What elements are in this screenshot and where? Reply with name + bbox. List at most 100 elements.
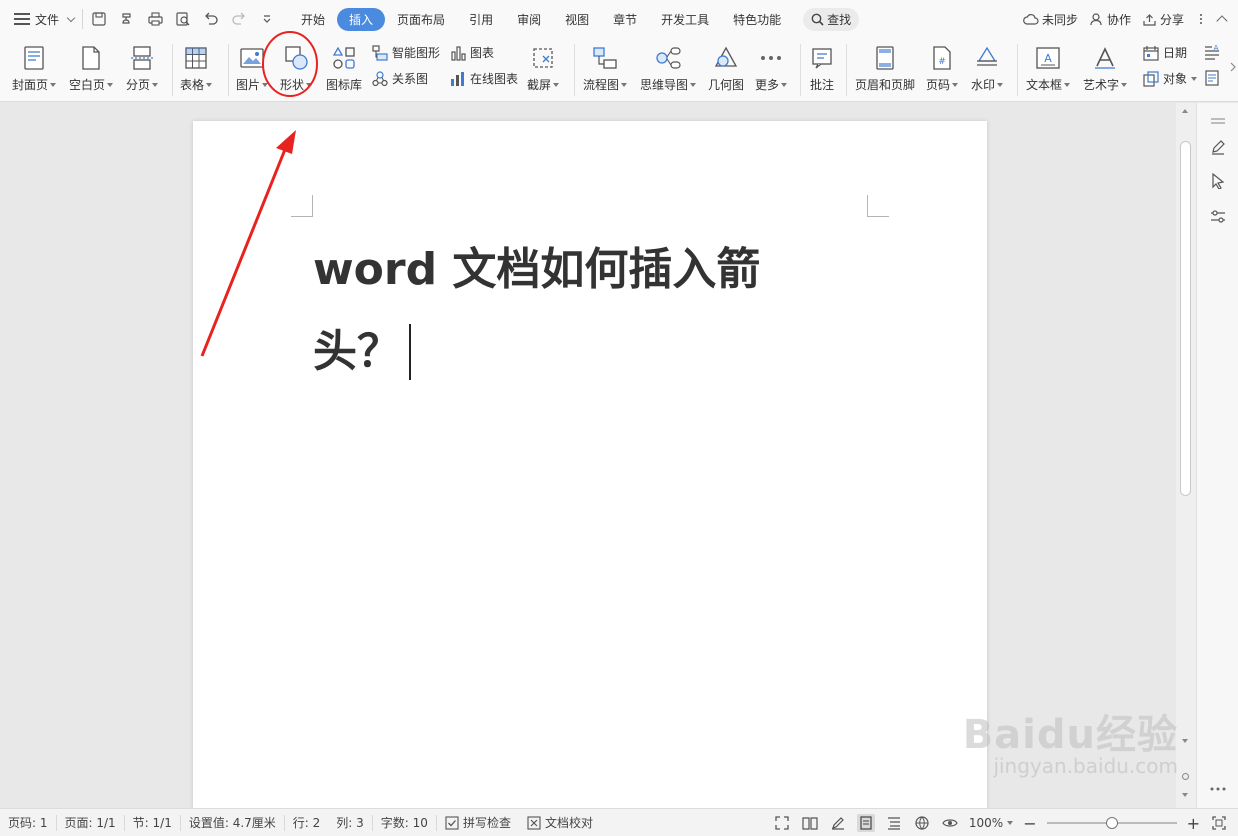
document-page[interactable]: word 文档如何插入箭 头？ [193,121,987,808]
watermark-label: 水印 [971,78,996,92]
text-layout-button[interactable]: A [1204,44,1220,60]
document-workspace[interactable]: word 文档如何插入箭 头？ [0,103,1196,808]
header-footer-button[interactable]: 页眉和页脚 [855,42,915,93]
more-horizontal-icon[interactable] [1208,779,1228,799]
date-label: 日期 [1163,46,1188,60]
relation-chart-label: 关系图 [392,72,429,86]
object-button[interactable]: 对象 [1143,70,1198,87]
divider [1017,44,1018,96]
calendar-icon [1143,45,1159,61]
web-view-icon[interactable] [913,814,931,832]
relation-chart-button[interactable]: 关系图 [372,70,428,87]
proofread-button[interactable]: 文档校对 [519,815,601,831]
zoom-in-icon[interactable]: + [1187,814,1200,833]
margin-marker-top-left [291,195,313,217]
adjust-sliders-icon[interactable] [1208,207,1228,227]
smart-art-button[interactable]: 智能图形 [372,44,440,61]
panel-collapse-icon[interactable] [1208,111,1228,131]
watermark-button[interactable]: 水印 [971,42,1004,93]
status-section[interactable]: 节: 1/1 [125,814,181,831]
tab-view[interactable]: 视图 [553,8,601,31]
page-view-icon[interactable] [856,814,875,832]
zoom-slider[interactable] [1046,817,1177,829]
search-button[interactable]: 查找 [803,7,860,31]
status-column[interactable]: 列: 3 [328,814,373,831]
outline-view-icon[interactable] [885,814,903,832]
ribbon-scroll-right-icon[interactable] [1230,60,1236,74]
document-parts-button[interactable] [1204,70,1220,86]
document-body[interactable]: word 文档如何插入箭 头？ [313,229,833,393]
online-chart-button[interactable]: 在线图表 [450,70,518,87]
tab-insert[interactable]: 插入 [337,7,386,31]
redo-icon[interactable] [231,11,247,27]
zoom-slider-knob[interactable] [1105,817,1118,829]
select-cursor-icon[interactable] [1208,171,1228,191]
text-box-button[interactable]: A 文本框 [1026,42,1071,93]
file-menu[interactable]: 文件 [0,0,76,38]
status-page-number[interactable]: 页码: 1 [0,814,57,831]
pen-icon[interactable] [1208,137,1228,157]
spell-check-button[interactable]: 拼写检查 [437,815,519,831]
shape-button[interactable]: 形状 [280,42,313,93]
cover-page-button[interactable]: 封面页 [12,42,57,93]
fullscreen-icon[interactable] [773,814,791,832]
edit-mode-icon[interactable] [829,814,847,832]
undo-icon[interactable] [203,11,219,27]
ribbon-toolbar: 封面页 空白页 分页 表格 图片 形状 图标库 智能图形 关系图 图表 在线图表… [0,38,1238,102]
scroll-up-icon[interactable] [1182,109,1188,113]
print-preview-icon[interactable] [175,11,191,27]
save-icon[interactable] [91,11,107,27]
more-options-icon[interactable] [1200,14,1202,24]
flowchart-button[interactable]: 流程图 [583,42,628,93]
scroll-down-icon[interactable] [1182,739,1188,743]
divider [846,44,847,96]
collaborate-button[interactable]: 协作 [1090,11,1131,28]
svg-text:#: # [938,57,946,67]
tab-home[interactable]: 开始 [289,8,337,31]
page-break-button[interactable]: 分页 [126,42,159,93]
mind-map-button[interactable]: 思维导图 [640,42,697,93]
more-button[interactable]: 更多 [755,42,788,93]
zoom-out-icon[interactable]: − [1023,814,1036,833]
print-icon[interactable] [147,11,163,27]
vertical-scrollbar[interactable] [1176,103,1196,808]
word-art-button[interactable]: 艺术字 [1083,42,1128,93]
blank-page-label: 空白页 [69,78,106,92]
geometry-button[interactable]: 几何图 [708,42,744,93]
next-page-icon[interactable] [1182,793,1188,797]
collapse-ribbon-icon[interactable] [1216,15,1228,27]
tab-section[interactable]: 章节 [601,8,649,31]
tab-references[interactable]: 引用 [457,8,505,31]
status-word-count[interactable]: 字数: 10 [373,814,437,831]
tab-review[interactable]: 审阅 [505,8,553,31]
status-row[interactable]: 行: 2 [285,815,329,831]
table-button[interactable]: 表格 [180,42,213,93]
chart-label: 图表 [470,46,495,60]
blank-page-button[interactable]: 空白页 [69,42,114,93]
screenshot-button[interactable]: 截屏 [527,42,560,93]
chart-button[interactable]: 图表 [450,44,494,61]
page-number-button[interactable]: # 页码 [926,42,959,93]
date-button[interactable]: 日期 [1143,44,1187,61]
comment-button[interactable]: 批注 [808,42,836,93]
zoom-level-dropdown[interactable]: 100% [969,816,1014,830]
scrollbar-thumb[interactable] [1180,141,1191,496]
tab-developer[interactable]: 开发工具 [649,8,721,31]
header-footer-icon [871,44,899,72]
fit-page-icon[interactable] [1210,814,1228,832]
cover-page-label: 封面页 [12,78,49,92]
tab-special-features[interactable]: 特色功能 [721,8,793,31]
browse-object-icon[interactable] [1182,773,1189,780]
tab-page-layout[interactable]: 页面布局 [385,8,457,31]
picture-button[interactable]: 图片 [236,42,269,93]
format-painter-icon[interactable] [119,11,135,27]
icon-library-label: 图标库 [326,78,363,92]
reading-mode-icon[interactable] [801,814,819,832]
customize-toolbar-icon[interactable] [259,11,275,27]
sync-status-button[interactable]: 未同步 [1023,11,1078,28]
icon-library-button[interactable]: 图标库 [326,42,362,93]
status-pages[interactable]: 页面: 1/1 [57,814,125,831]
status-setting-value[interactable]: 设置值: 4.7厘米 [181,814,285,831]
share-button[interactable]: 分享 [1143,11,1184,28]
eye-protection-icon[interactable] [941,814,959,832]
